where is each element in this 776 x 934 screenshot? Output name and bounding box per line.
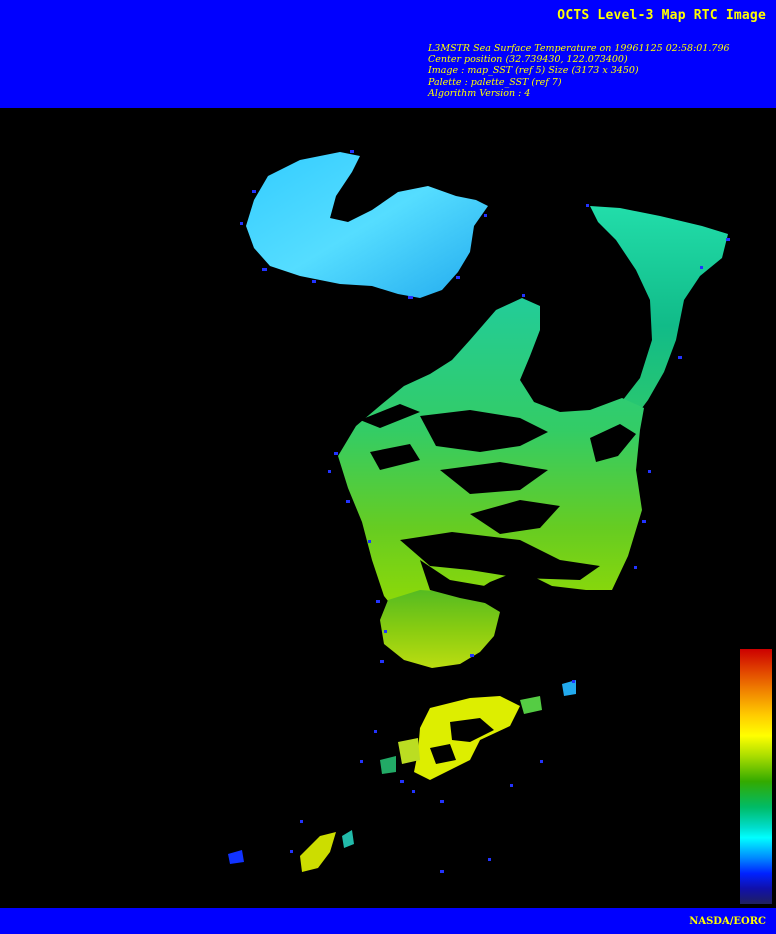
sst-map (0, 108, 776, 908)
metadata-line-palette: Palette : palette_SST (ref 7) (428, 76, 562, 88)
metadata-line-image: Image : map_SST (ref 5) Size (3173 x 345… (428, 65, 639, 77)
image-title: OCTS Level-3 Map RTC Image (557, 8, 766, 23)
metadata-line-algorithm: Algorithm Version : 4 (428, 87, 531, 99)
sea-region-north (246, 152, 488, 298)
metadata-line-center: Center position (32.739430, 122.073400) (428, 54, 628, 66)
metadata-block: L3MSTR Sea Surface Temperature on 199611… (428, 43, 773, 99)
sst-map-svg (228, 150, 730, 873)
metadata-line-product: L3MSTR Sea Surface Temperature on 199611… (428, 43, 730, 54)
color-scale-bar (740, 649, 772, 904)
credit-label: NASDA/EORC (689, 916, 766, 927)
footer-banner: NASDA/EORC (0, 908, 776, 934)
header-banner: OCTS Level-3 Map RTC Image L3MSTR Sea Su… (0, 0, 776, 108)
